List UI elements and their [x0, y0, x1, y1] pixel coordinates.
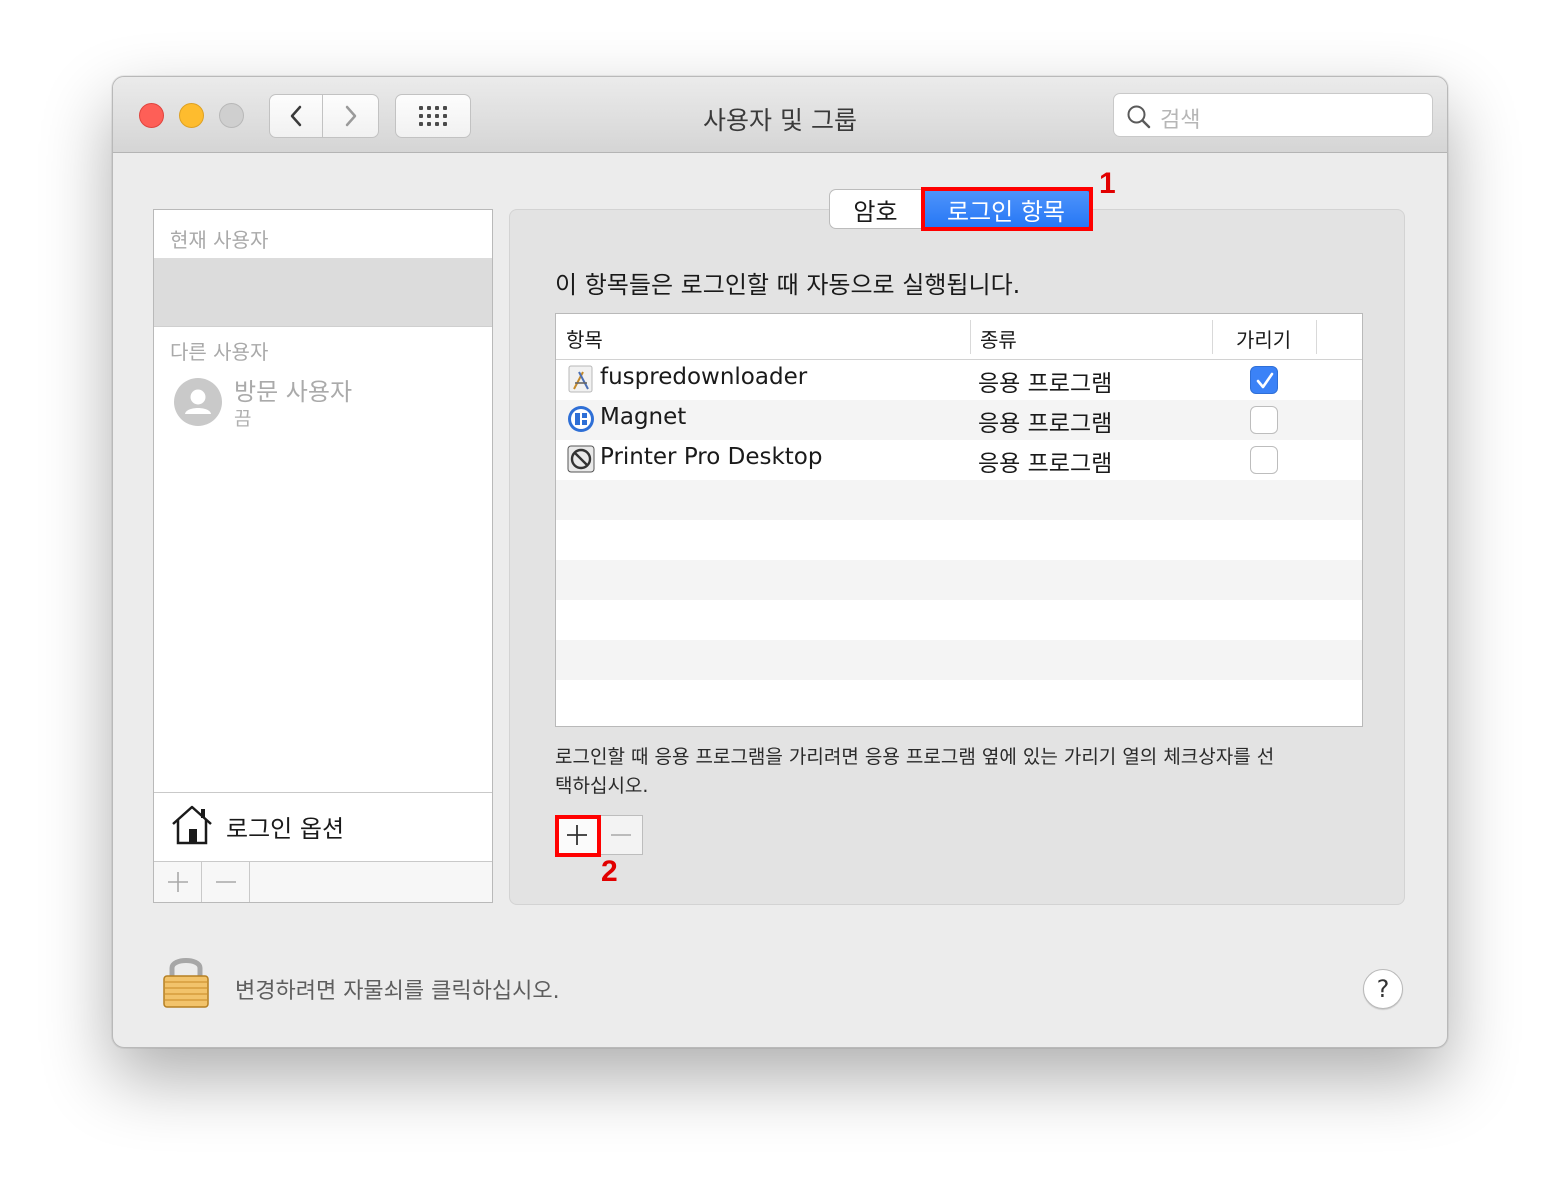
user-add-remove-bar: [154, 862, 492, 902]
other-users-section-label: 다른 사용자: [170, 340, 269, 364]
lock-icon[interactable]: [161, 951, 211, 1009]
highlight-box-login-tab: [921, 187, 1093, 231]
table-row[interactable]: Printer Pro Desktop 응용 프로그램: [556, 440, 1362, 480]
divider: [154, 326, 492, 327]
hide-checkbox[interactable]: [1250, 446, 1278, 474]
search-field[interactable]: 검색: [1113, 93, 1433, 137]
current-user-row[interactable]: [154, 258, 492, 326]
login-items-description: 이 항목들은 로그인할 때 자동으로 실행됩니다.: [555, 271, 1021, 299]
step-marker-2: 2: [601, 855, 618, 888]
empty-row: [556, 520, 1362, 560]
app-installer-icon: [568, 365, 593, 393]
help-button[interactable]: ?: [1363, 969, 1403, 1009]
blocked-app-icon: [567, 445, 595, 473]
item-kind: 응용 프로그램: [978, 371, 1113, 397]
item-name: Magnet: [600, 404, 687, 430]
table-header: 항목 종류 가리기: [556, 314, 1362, 360]
empty-row: [556, 640, 1362, 680]
remove-user-button[interactable]: [202, 862, 250, 902]
guest-avatar-icon[interactable]: [174, 378, 222, 426]
item-kind: 응용 프로그램: [978, 411, 1113, 437]
tab-password[interactable]: 암호: [829, 189, 921, 229]
hint-line-1: 로그인할 때 응용 프로그램을 가리려면 응용 프로그램 옆에 있는 가리기 열…: [555, 746, 1275, 768]
login-options-row[interactable]: 로그인 옵션: [154, 792, 492, 862]
item-name: Printer Pro Desktop: [600, 444, 823, 470]
title-bar: 사용자 및 그룹 검색: [113, 77, 1447, 153]
column-divider: [1212, 320, 1213, 354]
login-options-label: 로그인 옵션: [226, 815, 345, 843]
guest-user-status: 끔: [234, 408, 252, 430]
column-header-item[interactable]: 항목: [566, 324, 603, 353]
users-list: 현재 사용자 다른 사용자 방문 사용자 끔 로그인 옵션: [153, 209, 493, 903]
item-name: fuspredownloader: [600, 364, 808, 390]
item-kind: 응용 프로그램: [978, 451, 1113, 477]
column-header-kind[interactable]: 종류: [980, 324, 1017, 353]
hide-checkbox[interactable]: [1250, 406, 1278, 434]
empty-row: [556, 560, 1362, 600]
current-user-section-label: 현재 사용자: [170, 228, 269, 252]
checkmark-icon: [1256, 372, 1274, 389]
plus-icon: [167, 872, 188, 892]
minus-icon: [610, 834, 631, 836]
table-row[interactable]: fuspredownloader 응용 프로그램: [556, 360, 1362, 400]
hide-instructions: 로그인할 때 응용 프로그램을 가리려면 응용 프로그램 옆에 있는 가리기 열…: [555, 743, 1355, 801]
table-row[interactable]: Magnet 응용 프로그램: [556, 400, 1362, 440]
column-header-hide[interactable]: 가리기: [1236, 324, 1291, 353]
house-icon: [172, 805, 212, 845]
search-icon: [1127, 105, 1151, 129]
empty-row: [556, 480, 1362, 520]
search-placeholder: 검색: [1160, 108, 1201, 133]
login-items-table: 항목 종류 가리기 fuspredownloader 응용 프로그램 Magne…: [555, 313, 1363, 727]
magnet-app-icon: [568, 406, 594, 432]
step-marker-1: 1: [1099, 167, 1116, 200]
empty-row: [556, 600, 1362, 640]
highlight-box-add-button: [555, 815, 601, 857]
column-divider: [970, 320, 971, 354]
minus-icon: [215, 881, 236, 883]
lock-instructions: 변경하려면 자물쇠를 클릭하십시오.: [235, 979, 560, 1004]
hide-checkbox[interactable]: [1250, 366, 1278, 394]
column-divider: [1316, 320, 1317, 354]
remove-login-item-button[interactable]: [599, 815, 643, 855]
empty-row: [556, 680, 1362, 720]
hint-line-2: 택하십시오.: [555, 775, 649, 797]
add-user-button[interactable]: [154, 862, 202, 902]
guest-user-name[interactable]: 방문 사용자: [234, 372, 352, 407]
system-preferences-window: 사용자 및 그룹 검색 현재 사용자 다른 사용자 방문 사용자 끔 로그인 옵…: [112, 76, 1448, 1048]
